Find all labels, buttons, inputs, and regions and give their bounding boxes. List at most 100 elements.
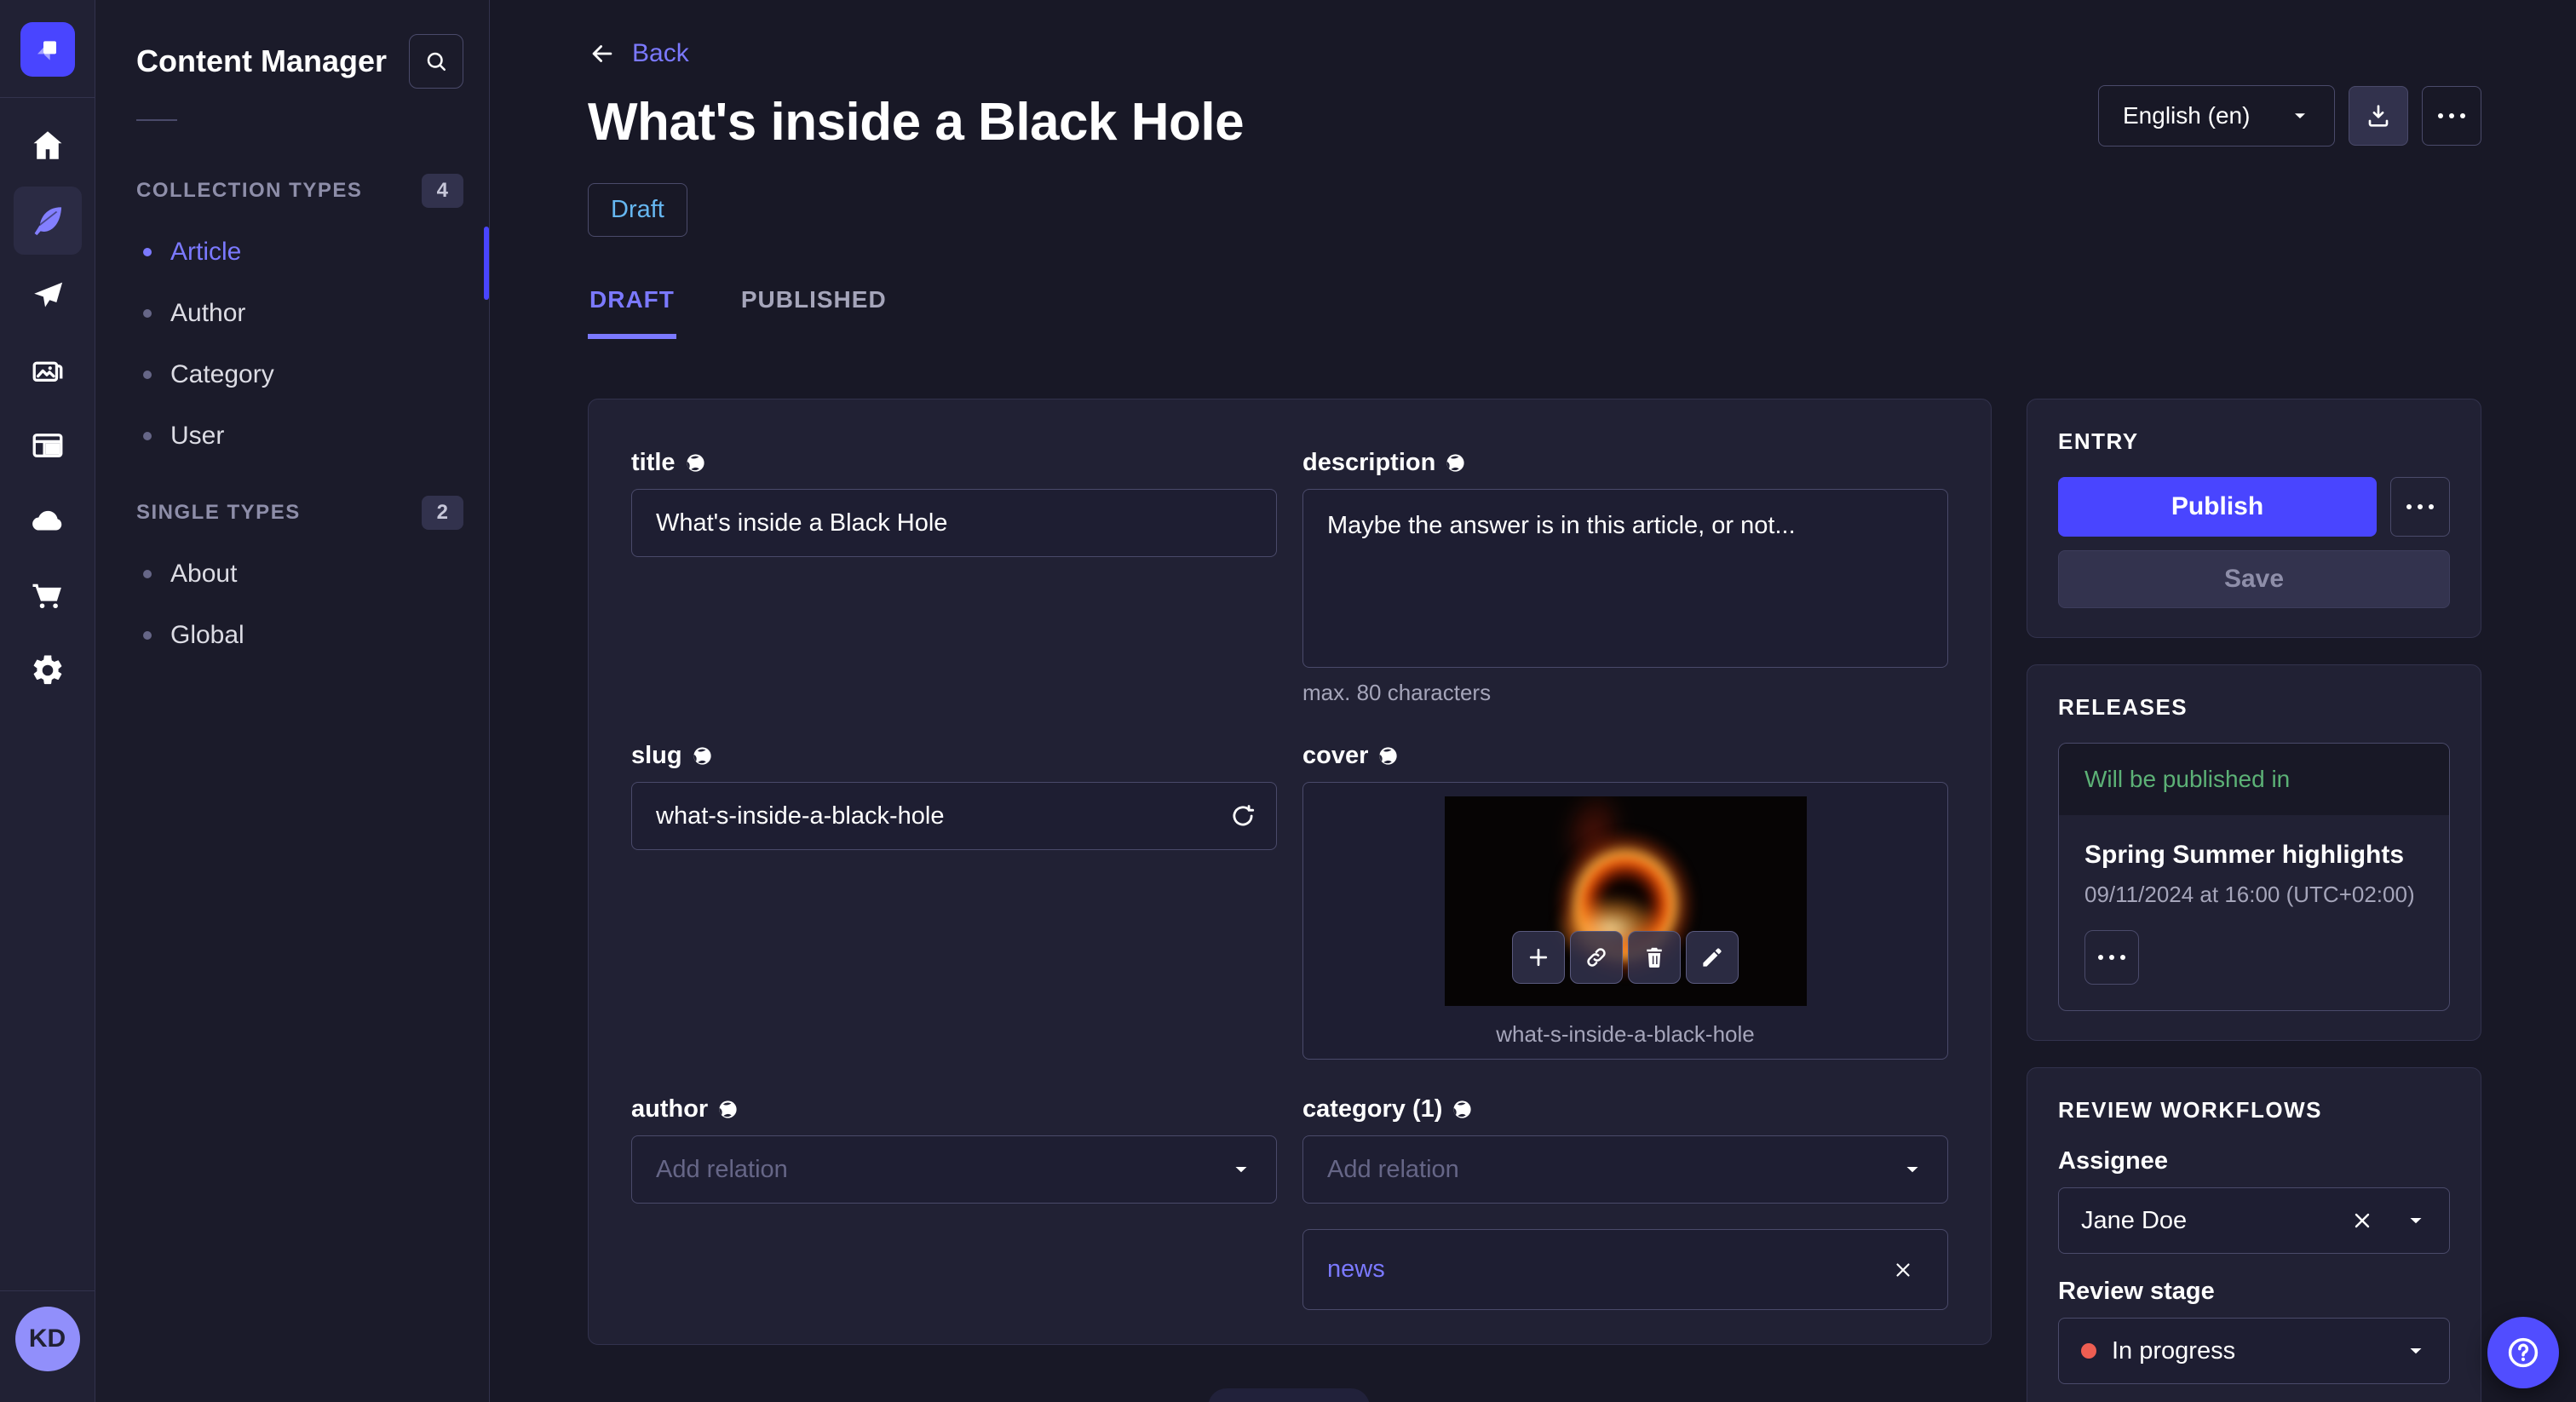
sidebar-item-user[interactable]: User — [136, 405, 463, 467]
publish-button[interactable]: Publish — [2058, 477, 2377, 537]
chevron-down-icon — [2410, 1347, 2422, 1354]
active-item-indicator — [484, 227, 489, 300]
home-icon[interactable] — [14, 112, 82, 180]
bullet-icon — [143, 570, 152, 578]
category-field: category (1) Add relation news — [1302, 1095, 1948, 1310]
more-icon — [2098, 955, 2125, 960]
sidebar-item-label: Article — [170, 238, 242, 266]
edit-media-button[interactable] — [1686, 931, 1739, 984]
relation-link-news[interactable]: news — [1327, 1255, 1385, 1284]
release-name: Spring Summer highlights — [2084, 841, 2405, 869]
entry-actions: Publish — [2058, 477, 2450, 537]
layout-icon[interactable] — [14, 411, 82, 480]
entry-panel-title: ENTRY — [2058, 428, 2139, 454]
download-button[interactable] — [2349, 86, 2408, 146]
sidebar-title: Content Manager — [136, 43, 388, 78]
collection-types-count-badge: 4 — [421, 174, 463, 208]
assignee-select[interactable]: Jane Doe — [2058, 1187, 2450, 1254]
sidebar-item-global[interactable]: Global — [136, 605, 463, 666]
locale-select[interactable]: English (en) — [2098, 85, 2335, 147]
bullet-icon — [143, 309, 152, 318]
regenerate-slug-button[interactable] — [1217, 790, 1268, 842]
edit-view-body: title description Maybe the answer is in… — [588, 399, 2481, 1402]
globe-icon — [693, 747, 711, 765]
description-textarea[interactable]: Maybe the answer is in this article, or … — [1302, 489, 1948, 668]
sidebar-item-author[interactable]: Author — [136, 283, 463, 344]
locale-select-value: English (en) — [2123, 102, 2251, 129]
add-media-icon — [1529, 948, 1548, 967]
copy-link-button[interactable] — [1570, 931, 1623, 984]
search-button[interactable] — [409, 34, 463, 89]
releases-panel-title: RELEASES — [2058, 694, 2188, 720]
slug-label: slug — [631, 742, 1277, 770]
feather-icon[interactable] — [13, 187, 82, 255]
review-stage-label: Review stage — [2058, 1278, 2215, 1305]
bullet-icon — [143, 631, 152, 640]
back-link[interactable]: Back — [588, 39, 689, 68]
sidebar-header: Content Manager — [136, 34, 463, 89]
question-circle-icon — [2508, 1337, 2539, 1368]
assignee-label: Assignee — [2058, 1147, 2168, 1175]
collection-types-list: Article Author Category User — [136, 221, 463, 467]
sidebar-rule — [136, 119, 177, 121]
strapi-logo[interactable] — [20, 22, 75, 77]
download-icon — [2368, 105, 2389, 127]
sidebar-item-category[interactable]: Category — [136, 344, 463, 405]
media-library-icon[interactable] — [14, 336, 82, 405]
category-relation-select[interactable]: Add relation — [1302, 1135, 1948, 1204]
review-workflows-title: REVIEW WORKFLOWS — [2058, 1097, 2322, 1123]
assignee-value: Jane Doe — [2081, 1206, 2188, 1234]
cloud-icon[interactable] — [14, 486, 82, 554]
slug-input[interactable] — [631, 782, 1277, 850]
remove-relation-button[interactable] — [1883, 1250, 1923, 1290]
clear-assignee-button[interactable] — [2342, 1200, 2383, 1241]
cover-label: cover — [1302, 742, 1948, 770]
save-button[interactable]: Save — [2058, 550, 2450, 608]
review-workflows-panel: REVIEW WORKFLOWS Assignee Jane Doe Revie… — [2027, 1067, 2481, 1402]
help-fab[interactable] — [2487, 1317, 2559, 1388]
entry-form-card: title description Maybe the answer is in… — [588, 399, 1992, 1345]
entry-side-panel: ENTRY Publish Save RELEASES Will be publ… — [2027, 399, 2481, 1402]
user-avatar[interactable]: KD — [14, 1307, 80, 1371]
globe-icon — [1379, 747, 1398, 765]
globe-icon — [1453, 1100, 1472, 1118]
more-icon — [2406, 504, 2434, 509]
tab-published[interactable]: PUBLISHED — [739, 286, 888, 339]
chevron-down-icon — [1906, 1166, 1918, 1173]
author-relation-select[interactable]: Add relation — [631, 1135, 1277, 1204]
cover-field: cover what-s-inside-a-black-hole — [1302, 742, 1948, 1060]
single-types-label: SINGLE TYPES — [136, 501, 301, 524]
title-input[interactable] — [631, 489, 1277, 557]
regenerate-icon — [1233, 805, 1255, 826]
sidebar-item-article[interactable]: Article — [136, 221, 463, 283]
description-label: description — [1302, 449, 1948, 477]
arrow-left-icon — [592, 45, 612, 62]
review-stage-select[interactable]: In progress — [2058, 1318, 2450, 1384]
globe-icon — [1446, 454, 1464, 472]
releases-panel: RELEASES Will be published in Spring Sum… — [2027, 664, 2481, 1041]
tab-draft[interactable]: DRAFT — [588, 286, 676, 339]
chevron-down-icon — [2295, 113, 2305, 118]
slug-input-wrap — [631, 782, 1277, 850]
cart-icon[interactable] — [14, 561, 82, 629]
description-field: description Maybe the answer is in this … — [1302, 449, 1948, 706]
author-placeholder: Add relation — [656, 1155, 788, 1183]
sidebar-item-about[interactable]: About — [136, 543, 463, 605]
bullet-icon — [143, 248, 152, 256]
bullet-icon — [143, 432, 152, 440]
stage-status-dot — [2081, 1343, 2096, 1359]
version-tabs: DRAFT PUBLISHED — [588, 286, 2481, 339]
copy-link-icon — [1587, 948, 1606, 967]
stage-value: In progress — [2112, 1336, 2236, 1365]
settings-icon[interactable] — [14, 636, 82, 704]
delete-media-button[interactable] — [1628, 931, 1681, 984]
release-date: 09/11/2024 at 16:00 (UTC+02:00) — [2084, 882, 2415, 907]
title-field: title — [631, 449, 1277, 706]
more-options-button[interactable] — [2422, 86, 2481, 146]
add-media-button[interactable] — [1512, 931, 1565, 984]
close-icon — [1896, 1262, 1910, 1277]
entry-more-button[interactable] — [2390, 477, 2450, 537]
paper-plane-icon[interactable] — [14, 261, 82, 330]
single-types-count-badge: 2 — [421, 496, 463, 530]
release-more-button[interactable] — [2084, 930, 2139, 985]
